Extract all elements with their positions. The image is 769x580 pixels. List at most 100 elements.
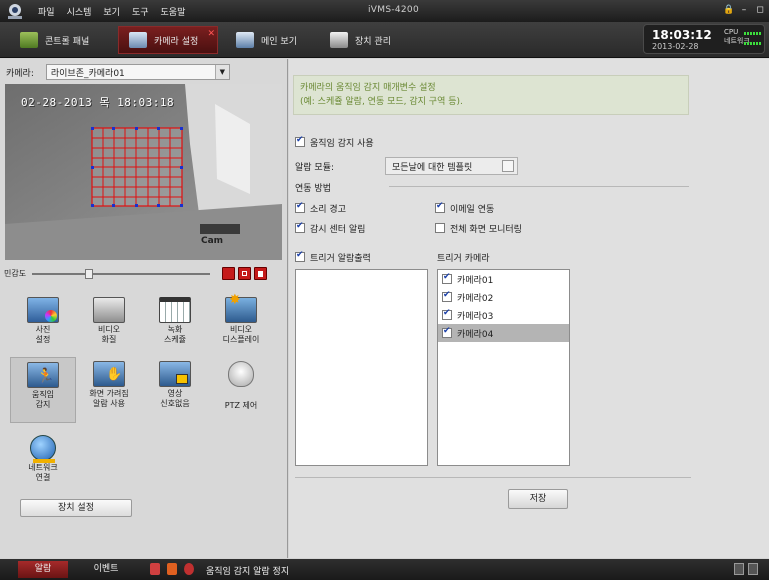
linkage-fullscreen-row[interactable]: 전체 화면 모니터링 — [435, 222, 522, 235]
alarm-clear-icon[interactable] — [167, 563, 177, 575]
linkage-label: 감시 센터 알림 — [310, 225, 366, 235]
tile-video-loss[interactable]: 영상 신호없음 — [142, 357, 208, 423]
trigger-camera-label: 카메라04 — [457, 330, 494, 340]
trigger-output-checkbox[interactable] — [295, 250, 305, 262]
alarm-template-label: 알람 모듈: — [295, 163, 335, 173]
delete-area-icon[interactable] — [254, 267, 267, 280]
footer-divider — [295, 477, 691, 478]
notify-center-checkbox[interactable] — [295, 221, 305, 233]
sensitivity-slider-thumb[interactable] — [84, 269, 93, 279]
tile-label: 영상 신호없음 — [160, 389, 190, 408]
tab-control-panel[interactable]: 콘트롤 패널 — [10, 26, 99, 54]
tab-main-view[interactable]: 메인 보기 — [226, 26, 307, 54]
video-timestamp: 02-28-2013 목 18:03:18 — [21, 96, 175, 109]
title-bar: 파일 시스템 보기 도구 도움말 iVMS-4200 🔒 – ◻ — [0, 0, 769, 22]
trigger-camera-checkbox[interactable] — [442, 326, 452, 338]
tab-camera-settings[interactable]: 카메라 설정 ✕ — [118, 26, 218, 54]
linkage-label: 이메일 연동 — [450, 205, 495, 215]
tab-event[interactable]: 이벤트 — [76, 561, 136, 578]
tile-tamper-alarm[interactable]: ✋ 화면 가려짐 알람 사용 — [76, 357, 142, 423]
pin-icon[interactable] — [734, 563, 744, 575]
enable-motion-label: 움직임 감지 사용 — [310, 139, 374, 149]
lock-icon[interactable]: 🔒 — [723, 4, 734, 16]
tile-label: 움직임 감지 — [31, 390, 55, 409]
video-preview[interactable]: 02-28-2013 목 18:03:18 Cam — [5, 84, 282, 260]
device-settings-button[interactable]: 장치 설정 — [20, 499, 132, 517]
tile-motion-detection[interactable]: 🏃 움직임 감지 — [10, 357, 76, 423]
tab-label: 장치 관리 — [355, 36, 391, 47]
menu-system[interactable]: 시스템 — [67, 5, 92, 18]
trigger-camera-checkbox[interactable] — [442, 272, 452, 284]
minimize-icon[interactable]: – — [739, 4, 749, 16]
trigger-camera-item[interactable]: 카메라02 — [438, 288, 569, 306]
trigger-camera-label: 카메라03 — [457, 312, 494, 322]
linkage-center-row[interactable]: 감시 센터 알림 — [295, 221, 366, 235]
tab-device-management[interactable]: 장치 관리 — [320, 26, 401, 54]
alarm-popup-icon[interactable] — [184, 563, 194, 575]
alarm-sound-icon[interactable] — [150, 563, 160, 575]
network-connection-icon — [30, 435, 56, 463]
trigger-camera-checkbox[interactable] — [442, 308, 452, 320]
tile-record-schedule[interactable]: 녹화 스케쥴 — [142, 293, 208, 349]
video-camera-label: Cam — [201, 236, 224, 246]
camera-label: 카메라: — [6, 68, 34, 79]
linkage-label: 전체 화면 모니터링 — [450, 225, 522, 235]
menu-help[interactable]: 도움말 — [161, 5, 186, 18]
trigger-camera-list[interactable]: 카메라01 카메라02 카메라03 카메라04 — [437, 269, 570, 466]
trigger-camera-item[interactable]: 카메라04 — [438, 324, 569, 342]
restore-panel-icon[interactable] — [748, 563, 758, 575]
status-bar: 알람 이벤트 움직임 감지 알람 정지 — [0, 559, 769, 580]
left-panel: 카메라: 라이브존_카메라01 ▼ 02-28-2013 목 18:03:18 … — [0, 59, 288, 558]
trigger-camera-item[interactable]: 카메라03 — [438, 306, 569, 324]
tile-label: 녹화 스케쥴 — [163, 325, 187, 344]
control-panel-icon — [20, 32, 38, 48]
menu-file[interactable]: 파일 — [38, 5, 55, 18]
linkage-audible-row[interactable]: 소리 경고 — [295, 201, 346, 215]
sensitivity-slider-track[interactable] — [32, 273, 210, 275]
template-edit-icon[interactable] — [502, 160, 514, 172]
sensitivity-row: 민감도 — [4, 267, 284, 281]
tile-network-connection[interactable]: 네트워크 연결 — [10, 431, 76, 487]
linkage-label: 소리 경고 — [310, 205, 346, 215]
tile-video-quality[interactable]: 비디오 화질 — [76, 293, 142, 349]
monitor-icon — [236, 32, 254, 48]
draw-area-icon[interactable] — [222, 267, 235, 280]
video-quality-icon — [93, 297, 125, 323]
app-logo-icon — [8, 4, 22, 19]
tile-ptz-control[interactable]: PTZ 제어 — [208, 357, 274, 423]
tile-photo-settings[interactable]: 사진 설정 — [10, 293, 76, 349]
tile-video-display[interactable]: ✸ 비디오 디스플레이 — [208, 292, 274, 349]
menu-tools[interactable]: 도구 — [132, 5, 149, 18]
enable-motion-row[interactable]: 움직임 감지 사용 — [295, 135, 374, 149]
tab-alarm[interactable]: 알람 — [18, 561, 68, 578]
clock-time: 18:03:12 — [652, 28, 712, 42]
enable-motion-checkbox[interactable] — [295, 135, 305, 147]
trigger-output-label: 트리거 알람출력 — [310, 254, 371, 264]
email-linkage-checkbox[interactable] — [435, 201, 445, 213]
restore-icon[interactable]: ◻ — [755, 4, 765, 16]
close-icon[interactable]: ✕ — [207, 29, 215, 39]
linkage-label: 연동 방법 — [295, 184, 331, 194]
save-button[interactable]: 저장 — [508, 489, 568, 509]
trigger-camera-label: 카메라02 — [457, 294, 494, 304]
full-screen-area-icon[interactable] — [238, 267, 251, 280]
camera-select[interactable]: 라이브존_카메라01 ▼ — [45, 64, 230, 80]
tamper-alarm-icon: ✋ — [93, 361, 125, 387]
menu-bar: 파일 시스템 보기 도구 도움말 — [38, 0, 185, 22]
alarm-template-select[interactable]: 모든날에 대한 템플릿 — [385, 157, 518, 175]
linkage-email-row[interactable]: 이메일 연동 — [435, 201, 495, 215]
trigger-camera-checkbox[interactable] — [442, 290, 452, 302]
trigger-camera-item[interactable]: 카메라01 — [438, 270, 569, 288]
alarm-output-list[interactable] — [295, 269, 428, 466]
motion-detection-grid[interactable] — [91, 127, 183, 207]
trigger-output-row[interactable]: 트리거 알람출력 — [295, 250, 371, 264]
clock-widget: 18:03:12 2013-02-28 CPU 네트워크 — [643, 24, 765, 54]
tab-label: 콘트롤 패널 — [45, 36, 90, 47]
fullscreen-monitor-checkbox[interactable] — [435, 223, 445, 233]
menu-view[interactable]: 보기 — [103, 5, 120, 18]
tile-label: 비디오 화질 — [97, 325, 121, 344]
status-message: 움직임 감지 알람 정지 — [206, 567, 290, 577]
audible-warning-checkbox[interactable] — [295, 201, 305, 213]
tab-label: 카메라 설정 — [154, 36, 199, 47]
video-loss-icon — [159, 361, 191, 387]
